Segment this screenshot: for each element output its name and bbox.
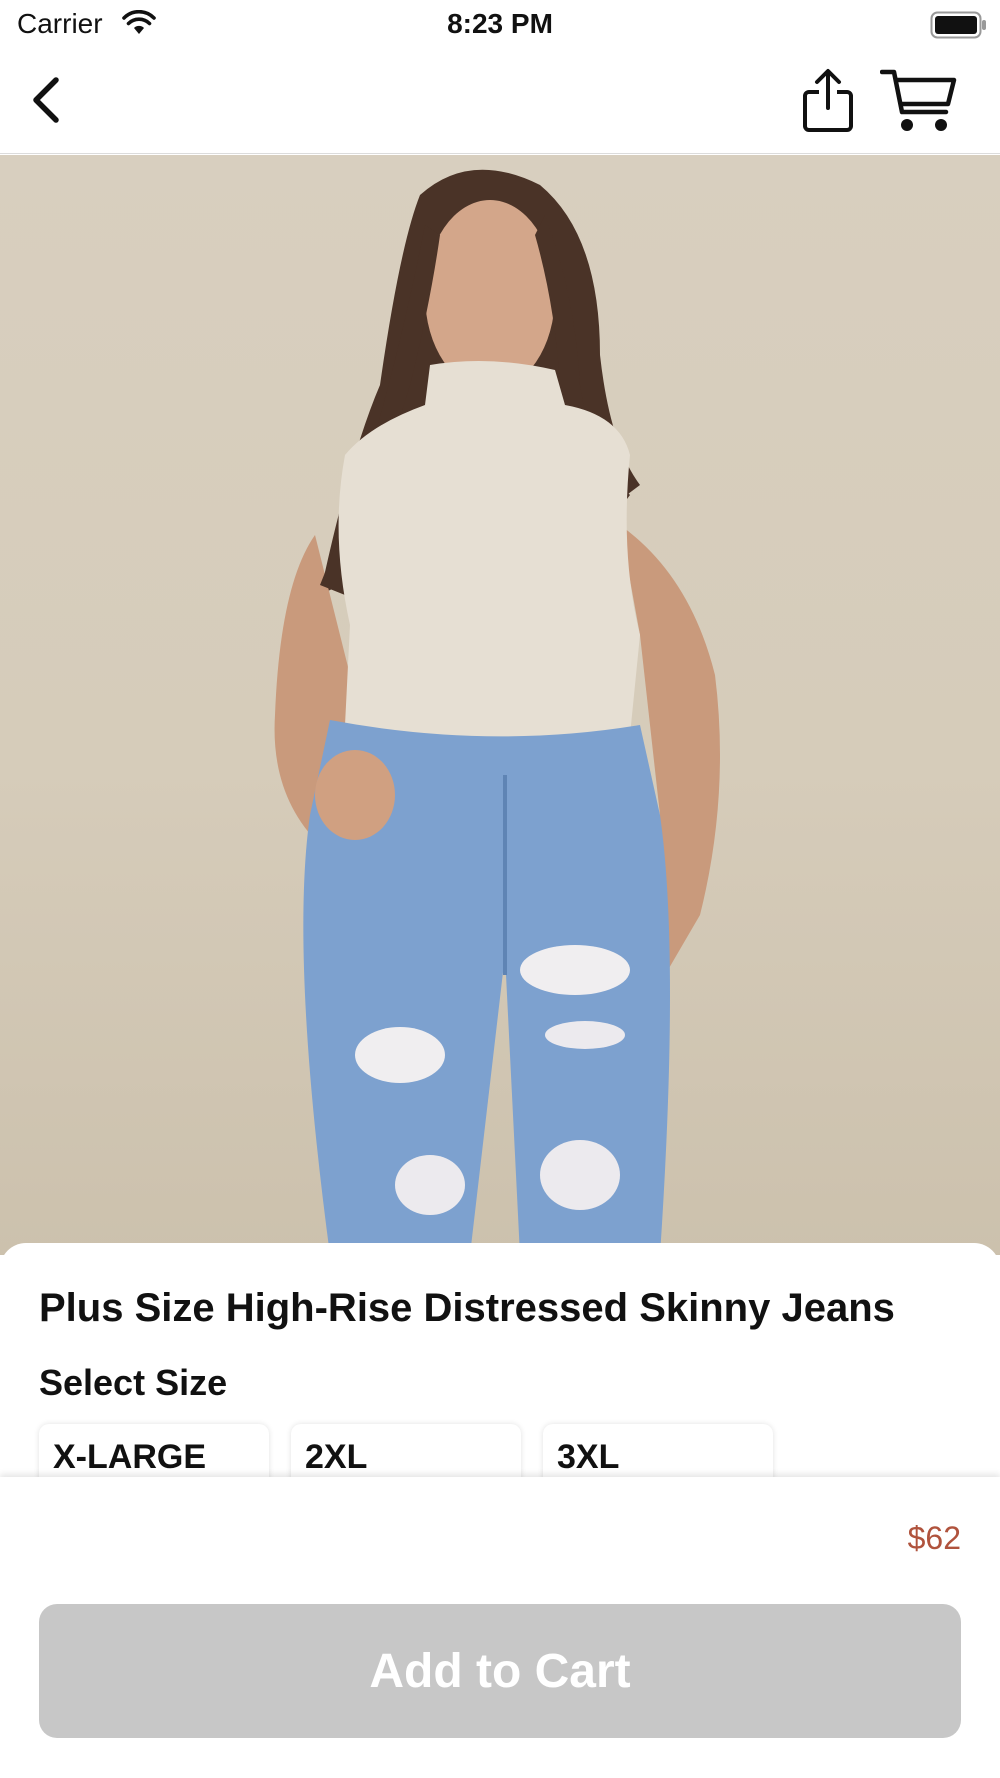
product-detail-screen: Carrier 8:23 PM Plus Size High-Rise Dist…	[0, 0, 1000, 1778]
chevron-left-icon[interactable]	[24, 72, 76, 128]
model-illustration	[274, 169, 720, 1255]
battery-icon	[930, 11, 986, 39]
navigation-bar	[0, 50, 1000, 154]
cart-icon[interactable]	[880, 68, 958, 134]
product-photo[interactable]	[0, 155, 1000, 1255]
status-bar: Carrier 8:23 PM	[0, 0, 1000, 50]
add-to-cart-button[interactable]: Add to Cart	[39, 1604, 961, 1738]
share-icon[interactable]	[797, 68, 859, 134]
product-title: Plus Size High-Rise Distressed Skinny Je…	[39, 1286, 895, 1330]
clock-time: 8:23 PM	[447, 8, 553, 39]
select-size-label: Select Size	[39, 1362, 228, 1403]
price-label: $62	[907, 1520, 961, 1556]
